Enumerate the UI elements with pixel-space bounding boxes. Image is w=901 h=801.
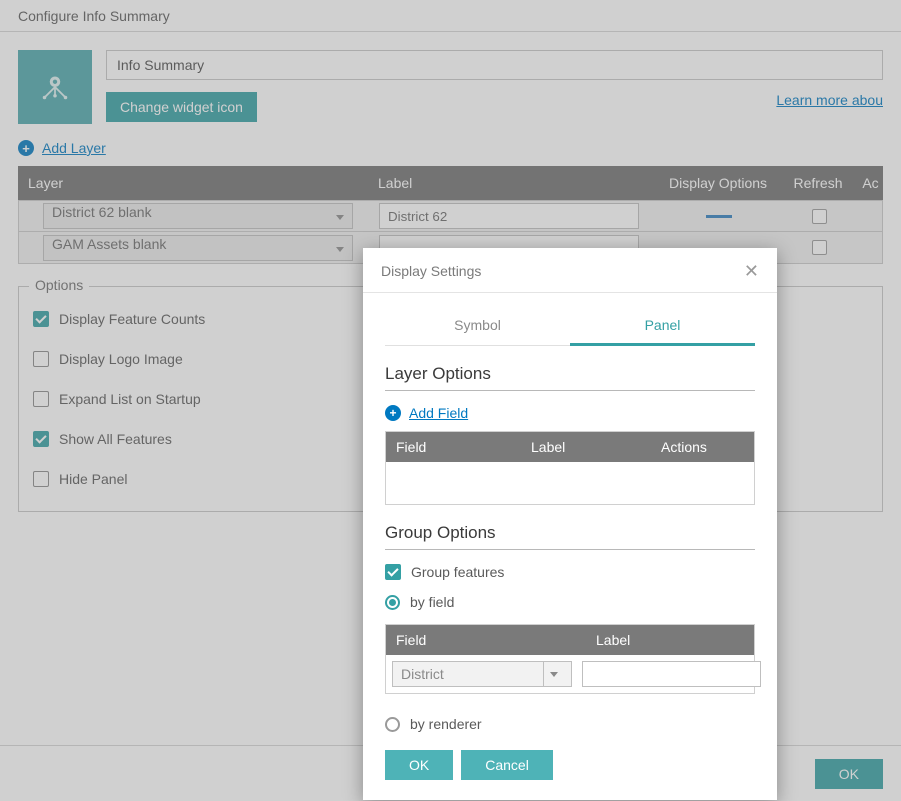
layer-label-input[interactable] — [379, 203, 639, 229]
layer-select[interactable]: GAM Assets blank — [43, 235, 353, 261]
plus-icon: + — [18, 140, 34, 156]
layer-row: District 62 blank — [18, 200, 883, 232]
add-layer-link[interactable]: Add Layer — [42, 140, 106, 156]
widget-name-input[interactable] — [106, 50, 883, 80]
layer-fields-table: Field Label Actions — [385, 431, 755, 505]
group-field-select[interactable]: District — [392, 661, 572, 687]
layer-select-value: GAM Assets blank — [52, 236, 166, 252]
group-options-heading: Group Options — [385, 523, 755, 550]
chevron-down-icon — [543, 662, 563, 686]
layers-header-row: Layer Label Display Options Refresh Ac — [18, 166, 883, 200]
group-features-checkbox[interactable] — [385, 564, 401, 580]
col-display-header: Display Options — [658, 175, 778, 191]
group-field-value: District — [401, 666, 444, 682]
group-label-input[interactable] — [582, 661, 761, 687]
option-label: Display Logo Image — [59, 351, 183, 367]
display-options-button[interactable] — [706, 215, 732, 218]
col-label-header: Label — [378, 175, 658, 191]
col-actions-header: Ac — [858, 175, 883, 191]
by-renderer-label: by renderer — [410, 716, 482, 732]
change-widget-icon-button[interactable]: Change widget icon — [106, 92, 257, 122]
learn-more-link[interactable]: Learn more abou — [776, 92, 883, 108]
close-icon[interactable]: ✕ — [744, 262, 759, 280]
display-feature-counts-checkbox[interactable] — [33, 311, 49, 327]
layer-select-value: District 62 blank — [52, 204, 152, 220]
show-all-features-checkbox[interactable] — [33, 431, 49, 447]
by-renderer-radio[interactable] — [385, 717, 400, 732]
add-field-link[interactable]: Add Field — [409, 405, 468, 421]
col-refresh-header: Refresh — [778, 175, 858, 191]
display-logo-image-checkbox[interactable] — [33, 351, 49, 367]
plus-icon: + — [385, 405, 401, 421]
layer-fields-empty-body — [386, 462, 754, 504]
option-label: Show All Features — [59, 431, 172, 447]
modal-cancel-button[interactable]: Cancel — [461, 750, 553, 780]
group-field-col-header: Field — [386, 632, 586, 648]
refresh-checkbox[interactable] — [812, 240, 827, 255]
widget-icon-tile — [18, 50, 92, 124]
option-label: Expand List on Startup — [59, 391, 201, 407]
display-settings-modal: Display Settings ✕ Symbol Panel Layer Op… — [363, 248, 777, 800]
tab-symbol[interactable]: Symbol — [385, 307, 570, 345]
group-field-table: Field Label District — [385, 624, 755, 694]
option-label: Hide Panel — [59, 471, 128, 487]
modal-title: Display Settings — [381, 263, 481, 279]
options-legend: Options — [29, 277, 89, 293]
option-label: Display Feature Counts — [59, 311, 205, 327]
col-layer-header: Layer — [18, 175, 378, 191]
tab-panel[interactable]: Panel — [570, 307, 755, 346]
label-col-header: Label — [521, 439, 651, 455]
layer-select[interactable]: District 62 blank — [43, 203, 353, 229]
by-field-radio[interactable] — [385, 595, 400, 610]
layer-options-heading: Layer Options — [385, 364, 755, 391]
by-field-label: by field — [410, 594, 454, 610]
ok-button[interactable]: OK — [815, 759, 883, 789]
modal-ok-button[interactable]: OK — [385, 750, 453, 780]
group-label-col-header: Label — [586, 632, 754, 648]
group-features-label: Group features — [411, 564, 504, 580]
page-title: Configure Info Summary — [0, 0, 901, 32]
field-col-header: Field — [386, 439, 521, 455]
refresh-checkbox[interactable] — [812, 209, 827, 224]
modal-tabs: Symbol Panel — [385, 307, 755, 346]
expand-list-startup-checkbox[interactable] — [33, 391, 49, 407]
pin-network-icon — [34, 66, 76, 108]
actions-col-header: Actions — [651, 439, 754, 455]
hide-panel-checkbox[interactable] — [33, 471, 49, 487]
